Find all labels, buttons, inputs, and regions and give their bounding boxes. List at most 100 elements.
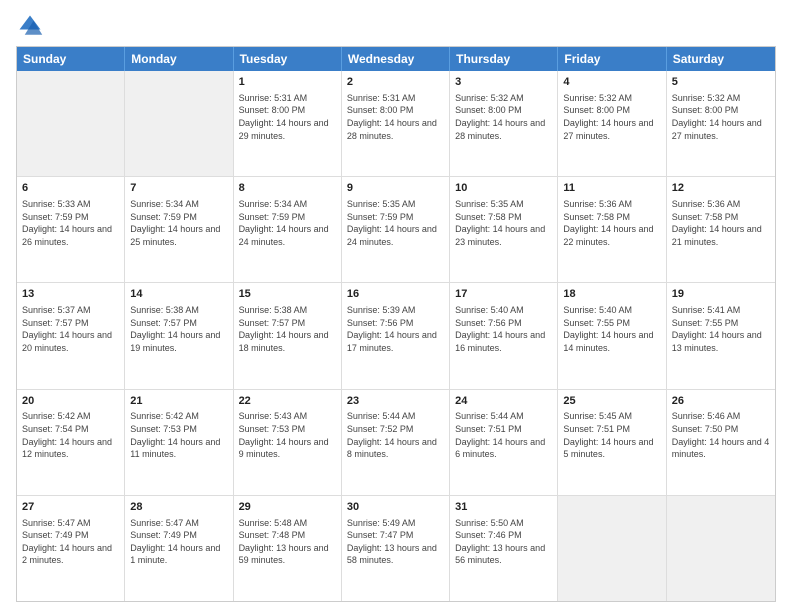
day-number: 31 xyxy=(455,500,552,515)
cal-header-wednesday: Wednesday xyxy=(342,47,450,71)
cal-cell xyxy=(17,71,125,176)
cal-cell: 4 Sunrise: 5:32 AM Sunset: 8:00 PM Daylig… xyxy=(558,71,666,176)
day-number: 28 xyxy=(130,500,227,515)
page: SundayMondayTuesdayWednesdayThursdayFrid… xyxy=(0,0,792,612)
cell-info: Sunrise: 5:38 AM Sunset: 7:57 PM Dayligh… xyxy=(130,304,227,354)
cal-week-4: 27 Sunrise: 5:47 AM Sunset: 7:49 PM Dayli… xyxy=(17,496,775,601)
cal-cell: 17 Sunrise: 5:40 AM Sunset: 7:56 PM Dayli… xyxy=(450,283,558,388)
day-number: 22 xyxy=(239,394,336,409)
cell-info: Sunrise: 5:32 AM Sunset: 8:00 PM Dayligh… xyxy=(563,92,660,142)
day-number: 21 xyxy=(130,394,227,409)
cell-info: Sunrise: 5:31 AM Sunset: 8:00 PM Dayligh… xyxy=(347,92,444,142)
day-number: 2 xyxy=(347,75,444,90)
cell-info: Sunrise: 5:44 AM Sunset: 7:51 PM Dayligh… xyxy=(455,410,552,460)
cal-cell xyxy=(558,496,666,601)
cal-cell: 31 Sunrise: 5:50 AM Sunset: 7:46 PM Dayli… xyxy=(450,496,558,601)
day-number: 13 xyxy=(22,287,119,302)
day-number: 17 xyxy=(455,287,552,302)
cell-info: Sunrise: 5:33 AM Sunset: 7:59 PM Dayligh… xyxy=(22,198,119,248)
cell-info: Sunrise: 5:44 AM Sunset: 7:52 PM Dayligh… xyxy=(347,410,444,460)
cell-info: Sunrise: 5:35 AM Sunset: 7:58 PM Dayligh… xyxy=(455,198,552,248)
cell-info: Sunrise: 5:50 AM Sunset: 7:46 PM Dayligh… xyxy=(455,517,552,567)
calendar: SundayMondayTuesdayWednesdayThursdayFrid… xyxy=(16,46,776,602)
cal-header-saturday: Saturday xyxy=(667,47,775,71)
cal-cell: 3 Sunrise: 5:32 AM Sunset: 8:00 PM Daylig… xyxy=(450,71,558,176)
cell-info: Sunrise: 5:41 AM Sunset: 7:55 PM Dayligh… xyxy=(672,304,770,354)
cell-info: Sunrise: 5:37 AM Sunset: 7:57 PM Dayligh… xyxy=(22,304,119,354)
cal-cell: 23Sunrise: 5:44 AM Sunset: 7:52 PM Dayli… xyxy=(342,390,450,495)
cal-cell: 11 Sunrise: 5:36 AM Sunset: 7:58 PM Dayli… xyxy=(558,177,666,282)
day-number: 10 xyxy=(455,181,552,196)
cal-cell: 21Sunrise: 5:42 AM Sunset: 7:53 PM Dayli… xyxy=(125,390,233,495)
cal-header-tuesday: Tuesday xyxy=(234,47,342,71)
cal-header-monday: Monday xyxy=(125,47,233,71)
cal-cell: 1 Sunrise: 5:31 AM Sunset: 8:00 PM Daylig… xyxy=(234,71,342,176)
cell-info: Sunrise: 5:32 AM Sunset: 8:00 PM Dayligh… xyxy=(455,92,552,142)
cell-info: Sunrise: 5:32 AM Sunset: 8:00 PM Dayligh… xyxy=(672,92,770,142)
cal-cell: 29 Sunrise: 5:48 AM Sunset: 7:48 PM Dayli… xyxy=(234,496,342,601)
day-number: 20 xyxy=(22,394,119,409)
day-number: 25 xyxy=(563,394,660,409)
day-number: 26 xyxy=(672,394,770,409)
cell-info: Sunrise: 5:40 AM Sunset: 7:56 PM Dayligh… xyxy=(455,304,552,354)
cal-cell: 30 Sunrise: 5:49 AM Sunset: 7:47 PM Dayli… xyxy=(342,496,450,601)
cell-info: Sunrise: 5:40 AM Sunset: 7:55 PM Dayligh… xyxy=(563,304,660,354)
calendar-header: SundayMondayTuesdayWednesdayThursdayFrid… xyxy=(17,47,775,71)
day-number: 18 xyxy=(563,287,660,302)
day-number: 1 xyxy=(239,75,336,90)
cal-cell: 10 Sunrise: 5:35 AM Sunset: 7:58 PM Dayli… xyxy=(450,177,558,282)
day-number: 27 xyxy=(22,500,119,515)
day-number: 23 xyxy=(347,394,444,409)
cal-week-2: 13 Sunrise: 5:37 AM Sunset: 7:57 PM Dayli… xyxy=(17,283,775,389)
day-number: 12 xyxy=(672,181,770,196)
cal-cell xyxy=(125,71,233,176)
cal-cell: 24Sunrise: 5:44 AM Sunset: 7:51 PM Dayli… xyxy=(450,390,558,495)
cal-cell: 16Sunrise: 5:39 AM Sunset: 7:56 PM Dayli… xyxy=(342,283,450,388)
cell-info: Sunrise: 5:36 AM Sunset: 7:58 PM Dayligh… xyxy=(563,198,660,248)
cell-info: Sunrise: 5:35 AM Sunset: 7:59 PM Dayligh… xyxy=(347,198,444,248)
cell-info: Sunrise: 5:47 AM Sunset: 7:49 PM Dayligh… xyxy=(22,517,119,567)
day-number: 8 xyxy=(239,181,336,196)
cal-cell: 7Sunrise: 5:34 AM Sunset: 7:59 PM Daylig… xyxy=(125,177,233,282)
cal-week-1: 6 Sunrise: 5:33 AM Sunset: 7:59 PM Daylig… xyxy=(17,177,775,283)
cell-info: Sunrise: 5:31 AM Sunset: 8:00 PM Dayligh… xyxy=(239,92,336,142)
cell-info: Sunrise: 5:38 AM Sunset: 7:57 PM Dayligh… xyxy=(239,304,336,354)
cal-cell: 26Sunrise: 5:46 AM Sunset: 7:50 PM Dayli… xyxy=(667,390,775,495)
cell-info: Sunrise: 5:46 AM Sunset: 7:50 PM Dayligh… xyxy=(672,410,770,460)
cell-info: Sunrise: 5:49 AM Sunset: 7:47 PM Dayligh… xyxy=(347,517,444,567)
cell-info: Sunrise: 5:42 AM Sunset: 7:54 PM Dayligh… xyxy=(22,410,119,460)
cell-info: Sunrise: 5:47 AM Sunset: 7:49 PM Dayligh… xyxy=(130,517,227,567)
day-number: 7 xyxy=(130,181,227,196)
day-number: 3 xyxy=(455,75,552,90)
cal-cell xyxy=(667,496,775,601)
day-number: 5 xyxy=(672,75,770,90)
cal-cell: 8Sunrise: 5:34 AM Sunset: 7:59 PM Daylig… xyxy=(234,177,342,282)
cal-cell: 14Sunrise: 5:38 AM Sunset: 7:57 PM Dayli… xyxy=(125,283,233,388)
cal-cell: 19 Sunrise: 5:41 AM Sunset: 7:55 PM Dayli… xyxy=(667,283,775,388)
cal-cell: 27 Sunrise: 5:47 AM Sunset: 7:49 PM Dayli… xyxy=(17,496,125,601)
day-number: 11 xyxy=(563,181,660,196)
cal-week-3: 20Sunrise: 5:42 AM Sunset: 7:54 PM Dayli… xyxy=(17,390,775,496)
logo xyxy=(16,12,48,40)
cal-cell: 13 Sunrise: 5:37 AM Sunset: 7:57 PM Dayli… xyxy=(17,283,125,388)
day-number: 19 xyxy=(672,287,770,302)
day-number: 15 xyxy=(239,287,336,302)
cal-header-thursday: Thursday xyxy=(450,47,558,71)
day-number: 30 xyxy=(347,500,444,515)
day-number: 29 xyxy=(239,500,336,515)
cell-info: Sunrise: 5:43 AM Sunset: 7:53 PM Dayligh… xyxy=(239,410,336,460)
cal-header-friday: Friday xyxy=(558,47,666,71)
header xyxy=(16,12,776,40)
cal-cell: 6 Sunrise: 5:33 AM Sunset: 7:59 PM Daylig… xyxy=(17,177,125,282)
cal-cell: 9Sunrise: 5:35 AM Sunset: 7:59 PM Daylig… xyxy=(342,177,450,282)
day-number: 4 xyxy=(563,75,660,90)
cal-cell: 12 Sunrise: 5:36 AM Sunset: 7:58 PM Dayli… xyxy=(667,177,775,282)
cell-info: Sunrise: 5:48 AM Sunset: 7:48 PM Dayligh… xyxy=(239,517,336,567)
cell-info: Sunrise: 5:36 AM Sunset: 7:58 PM Dayligh… xyxy=(672,198,770,248)
cal-cell: 22Sunrise: 5:43 AM Sunset: 7:53 PM Dayli… xyxy=(234,390,342,495)
cal-cell: 18 Sunrise: 5:40 AM Sunset: 7:55 PM Dayli… xyxy=(558,283,666,388)
cal-week-0: 1 Sunrise: 5:31 AM Sunset: 8:00 PM Daylig… xyxy=(17,71,775,177)
cell-info: Sunrise: 5:42 AM Sunset: 7:53 PM Dayligh… xyxy=(130,410,227,460)
cal-cell: 5 Sunrise: 5:32 AM Sunset: 8:00 PM Daylig… xyxy=(667,71,775,176)
day-number: 6 xyxy=(22,181,119,196)
